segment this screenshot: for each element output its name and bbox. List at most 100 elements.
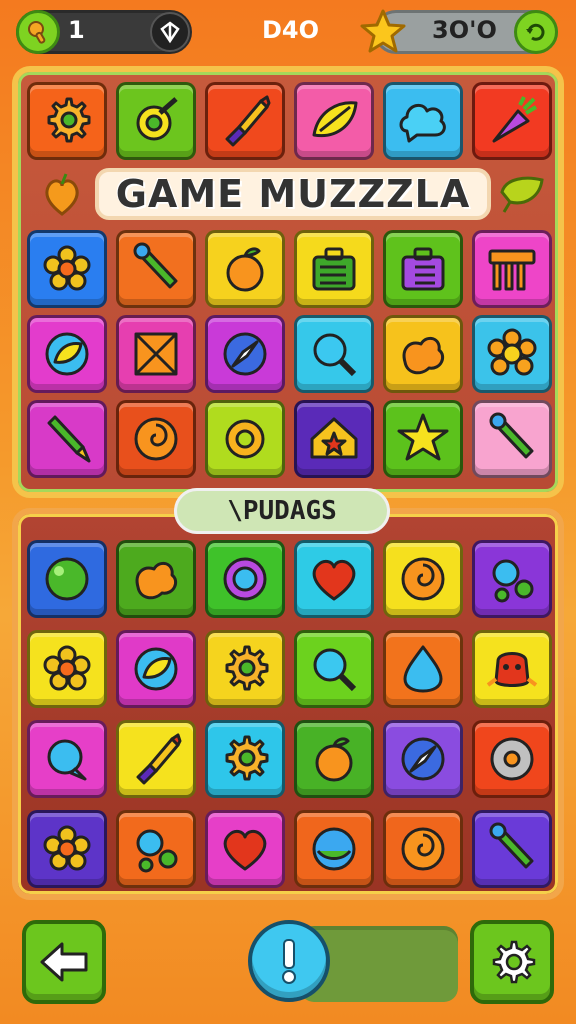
game-tile[interactable] bbox=[205, 540, 285, 618]
star-icon bbox=[397, 413, 449, 461]
game-tile[interactable] bbox=[294, 630, 374, 708]
game-tile[interactable] bbox=[116, 630, 196, 708]
game-tile[interactable] bbox=[205, 810, 285, 888]
back-button[interactable] bbox=[22, 920, 106, 1004]
lives-badge bbox=[16, 10, 60, 54]
arrow-left-icon bbox=[40, 942, 88, 982]
hint-button[interactable] bbox=[248, 920, 330, 1002]
wand-icon bbox=[489, 412, 534, 459]
settings-button[interactable] bbox=[470, 920, 554, 1004]
heart-icon bbox=[312, 559, 356, 601]
game-tile[interactable] bbox=[472, 82, 552, 160]
gear-icon bbox=[492, 940, 536, 984]
flower-icon bbox=[43, 825, 91, 871]
star-icon bbox=[360, 9, 406, 53]
stars-count: 3O'O bbox=[432, 16, 497, 44]
toolbox-icon bbox=[401, 247, 445, 291]
game-tile[interactable] bbox=[472, 720, 552, 798]
cog-icon bbox=[225, 419, 265, 459]
creature-icon bbox=[486, 652, 538, 687]
crate-icon bbox=[134, 332, 178, 376]
sunflower-icon bbox=[487, 328, 537, 376]
game-tile[interactable] bbox=[294, 230, 374, 308]
game-tile[interactable] bbox=[472, 315, 552, 393]
leaf-icon bbox=[312, 101, 358, 138]
game-tile[interactable] bbox=[472, 400, 552, 478]
game-tile[interactable] bbox=[116, 540, 196, 618]
game-tile[interactable] bbox=[205, 315, 285, 393]
game-tile[interactable] bbox=[27, 400, 107, 478]
game-tile[interactable] bbox=[27, 720, 107, 798]
game-tile[interactable] bbox=[27, 540, 107, 618]
game-tile[interactable] bbox=[205, 720, 285, 798]
game-tile[interactable] bbox=[294, 540, 374, 618]
game-tile[interactable] bbox=[294, 82, 374, 160]
game-tile[interactable] bbox=[472, 810, 552, 888]
game-title: GAME MUZZZLA bbox=[95, 168, 491, 220]
game-tile[interactable] bbox=[383, 82, 463, 160]
carrot-icon bbox=[492, 96, 538, 143]
game-tile[interactable] bbox=[27, 630, 107, 708]
lives-add-button[interactable] bbox=[150, 12, 190, 52]
game-tile[interactable] bbox=[383, 230, 463, 308]
blob-icon bbox=[402, 336, 445, 375]
heart-fruit-icon bbox=[45, 173, 79, 216]
orange-icon bbox=[226, 247, 264, 292]
compass-icon bbox=[401, 737, 445, 781]
game-tile[interactable] bbox=[27, 230, 107, 308]
game-tile[interactable] bbox=[116, 315, 196, 393]
compass-icon bbox=[223, 332, 267, 376]
game-tile[interactable] bbox=[116, 82, 196, 160]
pencil-icon bbox=[47, 415, 91, 463]
center-score: D4O bbox=[262, 16, 320, 44]
game-tile[interactable] bbox=[27, 315, 107, 393]
heart-icon bbox=[223, 829, 267, 871]
orange-icon bbox=[315, 737, 353, 782]
game-tile[interactable] bbox=[472, 540, 552, 618]
game-tile[interactable] bbox=[205, 82, 285, 160]
leaf-heart-icon bbox=[500, 176, 544, 213]
game-tile[interactable] bbox=[116, 230, 196, 308]
game-tile[interactable] bbox=[383, 540, 463, 618]
game-tile[interactable] bbox=[27, 810, 107, 888]
game-tile[interactable] bbox=[116, 810, 196, 888]
bubbles-icon bbox=[136, 829, 178, 873]
stars-add-button[interactable] bbox=[514, 10, 558, 54]
game-tile[interactable] bbox=[205, 230, 285, 308]
game-tile[interactable] bbox=[294, 400, 374, 478]
section-label: \PUDAGS bbox=[174, 488, 390, 534]
game-tile[interactable] bbox=[294, 720, 374, 798]
game-tile[interactable] bbox=[383, 630, 463, 708]
magnifier-icon bbox=[313, 648, 357, 692]
game-tile[interactable] bbox=[383, 400, 463, 478]
game-tile[interactable] bbox=[294, 810, 374, 888]
lunchbox-icon bbox=[312, 247, 356, 291]
ball-icon bbox=[45, 557, 89, 601]
bubble-icon bbox=[47, 739, 87, 781]
swirl-icon bbox=[401, 557, 445, 601]
game-tile[interactable] bbox=[472, 630, 552, 708]
game-tile[interactable] bbox=[294, 315, 374, 393]
wand-icon bbox=[133, 242, 178, 289]
game-tile[interactable] bbox=[383, 315, 463, 393]
drop-icon bbox=[403, 645, 443, 693]
paintbrush-icon bbox=[225, 95, 271, 147]
paintbrush-icon bbox=[136, 733, 182, 785]
ring-icon bbox=[223, 557, 267, 601]
blob-icon bbox=[135, 561, 178, 600]
game-tile[interactable] bbox=[205, 630, 285, 708]
house-star-icon bbox=[310, 417, 358, 459]
game-tile[interactable] bbox=[383, 720, 463, 798]
game-tile[interactable] bbox=[472, 230, 552, 308]
game-tile[interactable] bbox=[116, 720, 196, 798]
gear-icon bbox=[225, 735, 269, 781]
game-tile[interactable] bbox=[116, 400, 196, 478]
flower-icon bbox=[43, 245, 91, 291]
game-tile[interactable] bbox=[27, 82, 107, 160]
gear-icon bbox=[47, 97, 91, 143]
heart-key-icon bbox=[28, 21, 46, 44]
gear-icon bbox=[225, 645, 269, 691]
game-tile[interactable] bbox=[205, 400, 285, 478]
game-tile[interactable] bbox=[383, 810, 463, 888]
gem-icon bbox=[160, 21, 180, 44]
